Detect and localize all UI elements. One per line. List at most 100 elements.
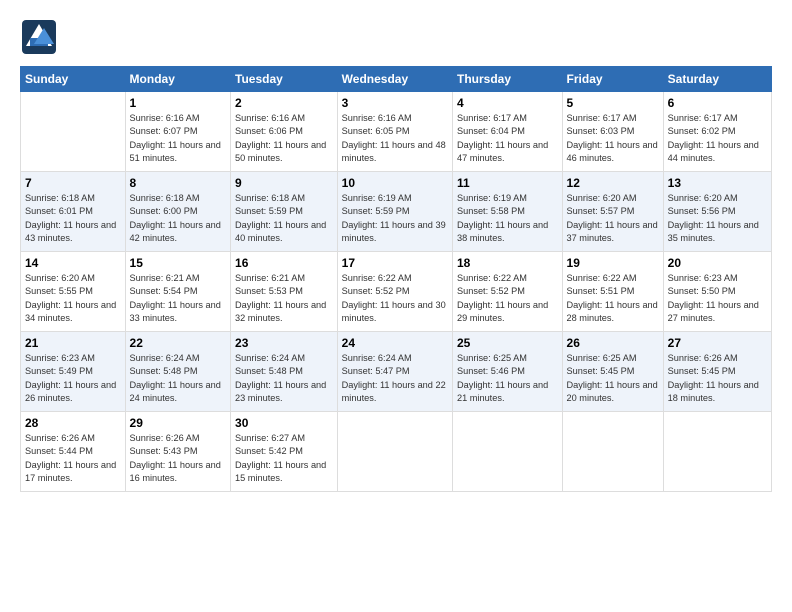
day-info: Sunrise: 6:26 AMSunset: 5:44 PMDaylight:…	[25, 433, 116, 483]
day-info: Sunrise: 6:19 AMSunset: 5:58 PMDaylight:…	[457, 193, 548, 243]
calendar-cell: 9 Sunrise: 6:18 AMSunset: 5:59 PMDaylight…	[231, 172, 338, 252]
calendar-cell: 6Sunrise: 6:17 AMSunset: 6:02 PMDaylight…	[663, 92, 771, 172]
day-info: Sunrise: 6:17 AMSunset: 6:02 PMDaylight:…	[668, 113, 759, 163]
day-info: Sunrise: 6:17 AMSunset: 6:04 PMDaylight:…	[457, 113, 548, 163]
day-info: Sunrise: 6:18 AMSunset: 6:01 PMDaylight:…	[25, 193, 116, 243]
calendar-cell: 18 Sunrise: 6:22 AMSunset: 5:52 PMDayligh…	[453, 252, 563, 332]
calendar-week-row: 7 Sunrise: 6:18 AMSunset: 6:01 PMDaylight…	[21, 172, 772, 252]
calendar-cell: 7 Sunrise: 6:18 AMSunset: 6:01 PMDaylight…	[21, 172, 126, 252]
day-info: Sunrise: 6:20 AMSunset: 5:55 PMDaylight:…	[25, 273, 116, 323]
calendar-cell: 26Sunrise: 6:25 AMSunset: 5:45 PMDayligh…	[562, 332, 663, 412]
calendar-week-row: 21 Sunrise: 6:23 AMSunset: 5:49 PMDayligh…	[21, 332, 772, 412]
day-info: Sunrise: 6:22 AMSunset: 5:52 PMDaylight:…	[457, 273, 548, 323]
calendar-cell: 1 Sunrise: 6:16 AMSunset: 6:07 PMDaylight…	[125, 92, 230, 172]
calendar-cell: 23 Sunrise: 6:24 AMSunset: 5:48 PMDayligh…	[231, 332, 338, 412]
day-number: 19	[567, 256, 659, 270]
day-number: 13	[668, 176, 767, 190]
column-header-saturday: Saturday	[663, 67, 771, 92]
calendar-cell: 2 Sunrise: 6:16 AMSunset: 6:06 PMDaylight…	[231, 92, 338, 172]
day-info: Sunrise: 6:22 AMSunset: 5:52 PMDaylight:…	[342, 273, 446, 323]
calendar-cell	[663, 412, 771, 492]
day-info: Sunrise: 6:24 AMSunset: 5:48 PMDaylight:…	[130, 353, 221, 403]
day-number: 22	[130, 336, 226, 350]
day-number: 5	[567, 96, 659, 110]
day-number: 29	[130, 416, 226, 430]
calendar-cell: 29 Sunrise: 6:26 AMSunset: 5:43 PMDayligh…	[125, 412, 230, 492]
day-info: Sunrise: 6:20 AMSunset: 5:56 PMDaylight:…	[668, 193, 759, 243]
day-number: 18	[457, 256, 558, 270]
calendar-cell: 21 Sunrise: 6:23 AMSunset: 5:49 PMDayligh…	[21, 332, 126, 412]
day-number: 2	[235, 96, 333, 110]
calendar-cell: 4 Sunrise: 6:17 AMSunset: 6:04 PMDaylight…	[453, 92, 563, 172]
day-info: Sunrise: 6:20 AMSunset: 5:57 PMDaylight:…	[567, 193, 658, 243]
day-number: 4	[457, 96, 558, 110]
calendar-week-row: 1 Sunrise: 6:16 AMSunset: 6:07 PMDaylight…	[21, 92, 772, 172]
day-info: Sunrise: 6:25 AMSunset: 5:46 PMDaylight:…	[457, 353, 548, 403]
day-info: Sunrise: 6:16 AMSunset: 6:05 PMDaylight:…	[342, 113, 446, 163]
day-info: Sunrise: 6:24 AMSunset: 5:48 PMDaylight:…	[235, 353, 326, 403]
day-number: 7	[25, 176, 121, 190]
logo-icon	[20, 18, 58, 56]
column-header-friday: Friday	[562, 67, 663, 92]
day-info: Sunrise: 6:26 AMSunset: 5:43 PMDaylight:…	[130, 433, 221, 483]
day-number: 9	[235, 176, 333, 190]
day-number: 27	[668, 336, 767, 350]
calendar-cell: 11 Sunrise: 6:19 AMSunset: 5:58 PMDayligh…	[453, 172, 563, 252]
day-number: 11	[457, 176, 558, 190]
day-number: 15	[130, 256, 226, 270]
calendar-cell: 8 Sunrise: 6:18 AMSunset: 6:00 PMDaylight…	[125, 172, 230, 252]
calendar-cell: 20 Sunrise: 6:23 AMSunset: 5:50 PMDayligh…	[663, 252, 771, 332]
calendar-cell: 13 Sunrise: 6:20 AMSunset: 5:56 PMDayligh…	[663, 172, 771, 252]
logo	[20, 18, 58, 56]
column-header-monday: Monday	[125, 67, 230, 92]
day-info: Sunrise: 6:23 AMSunset: 5:50 PMDaylight:…	[668, 273, 759, 323]
day-number: 10	[342, 176, 448, 190]
day-info: Sunrise: 6:16 AMSunset: 6:07 PMDaylight:…	[130, 113, 221, 163]
day-info: Sunrise: 6:26 AMSunset: 5:45 PMDaylight:…	[668, 353, 759, 403]
day-number: 21	[25, 336, 121, 350]
calendar-cell	[562, 412, 663, 492]
calendar-cell: 24 Sunrise: 6:24 AMSunset: 5:47 PMDayligh…	[337, 332, 452, 412]
day-info: Sunrise: 6:24 AMSunset: 5:47 PMDaylight:…	[342, 353, 446, 403]
day-number: 17	[342, 256, 448, 270]
calendar-cell	[21, 92, 126, 172]
day-number: 20	[668, 256, 767, 270]
calendar-cell: 15 Sunrise: 6:21 AMSunset: 5:54 PMDayligh…	[125, 252, 230, 332]
calendar-cell	[337, 412, 452, 492]
day-info: Sunrise: 6:19 AMSunset: 5:59 PMDaylight:…	[342, 193, 446, 243]
day-number: 23	[235, 336, 333, 350]
day-info: Sunrise: 6:23 AMSunset: 5:49 PMDaylight:…	[25, 353, 116, 403]
day-info: Sunrise: 6:27 AMSunset: 5:42 PMDaylight:…	[235, 433, 326, 483]
day-number: 3	[342, 96, 448, 110]
column-header-wednesday: Wednesday	[337, 67, 452, 92]
calendar-cell: 19 Sunrise: 6:22 AMSunset: 5:51 PMDayligh…	[562, 252, 663, 332]
day-info: Sunrise: 6:22 AMSunset: 5:51 PMDaylight:…	[567, 273, 658, 323]
day-number: 24	[342, 336, 448, 350]
day-info: Sunrise: 6:18 AMSunset: 5:59 PMDaylight:…	[235, 193, 326, 243]
header	[20, 18, 772, 56]
calendar-cell: 14 Sunrise: 6:20 AMSunset: 5:55 PMDayligh…	[21, 252, 126, 332]
day-number: 14	[25, 256, 121, 270]
calendar-cell: 22 Sunrise: 6:24 AMSunset: 5:48 PMDayligh…	[125, 332, 230, 412]
calendar-cell: 25Sunrise: 6:25 AMSunset: 5:46 PMDayligh…	[453, 332, 563, 412]
calendar-cell: 28Sunrise: 6:26 AMSunset: 5:44 PMDayligh…	[21, 412, 126, 492]
column-header-tuesday: Tuesday	[231, 67, 338, 92]
calendar-cell: 3 Sunrise: 6:16 AMSunset: 6:05 PMDaylight…	[337, 92, 452, 172]
day-info: Sunrise: 6:17 AMSunset: 6:03 PMDaylight:…	[567, 113, 658, 163]
day-number: 12	[567, 176, 659, 190]
day-info: Sunrise: 6:18 AMSunset: 6:00 PMDaylight:…	[130, 193, 221, 243]
day-info: Sunrise: 6:21 AMSunset: 5:54 PMDaylight:…	[130, 273, 221, 323]
calendar-week-row: 14 Sunrise: 6:20 AMSunset: 5:55 PMDayligh…	[21, 252, 772, 332]
column-header-thursday: Thursday	[453, 67, 563, 92]
day-number: 16	[235, 256, 333, 270]
calendar-table: SundayMondayTuesdayWednesdayThursdayFrid…	[20, 66, 772, 492]
day-number: 8	[130, 176, 226, 190]
calendar-cell: 30Sunrise: 6:27 AMSunset: 5:42 PMDayligh…	[231, 412, 338, 492]
day-number: 1	[130, 96, 226, 110]
day-number: 26	[567, 336, 659, 350]
calendar-header-row: SundayMondayTuesdayWednesdayThursdayFrid…	[21, 67, 772, 92]
calendar-cell: 16 Sunrise: 6:21 AMSunset: 5:53 PMDayligh…	[231, 252, 338, 332]
calendar-cell: 5 Sunrise: 6:17 AMSunset: 6:03 PMDaylight…	[562, 92, 663, 172]
day-info: Sunrise: 6:16 AMSunset: 6:06 PMDaylight:…	[235, 113, 326, 163]
day-info: Sunrise: 6:21 AMSunset: 5:53 PMDaylight:…	[235, 273, 326, 323]
